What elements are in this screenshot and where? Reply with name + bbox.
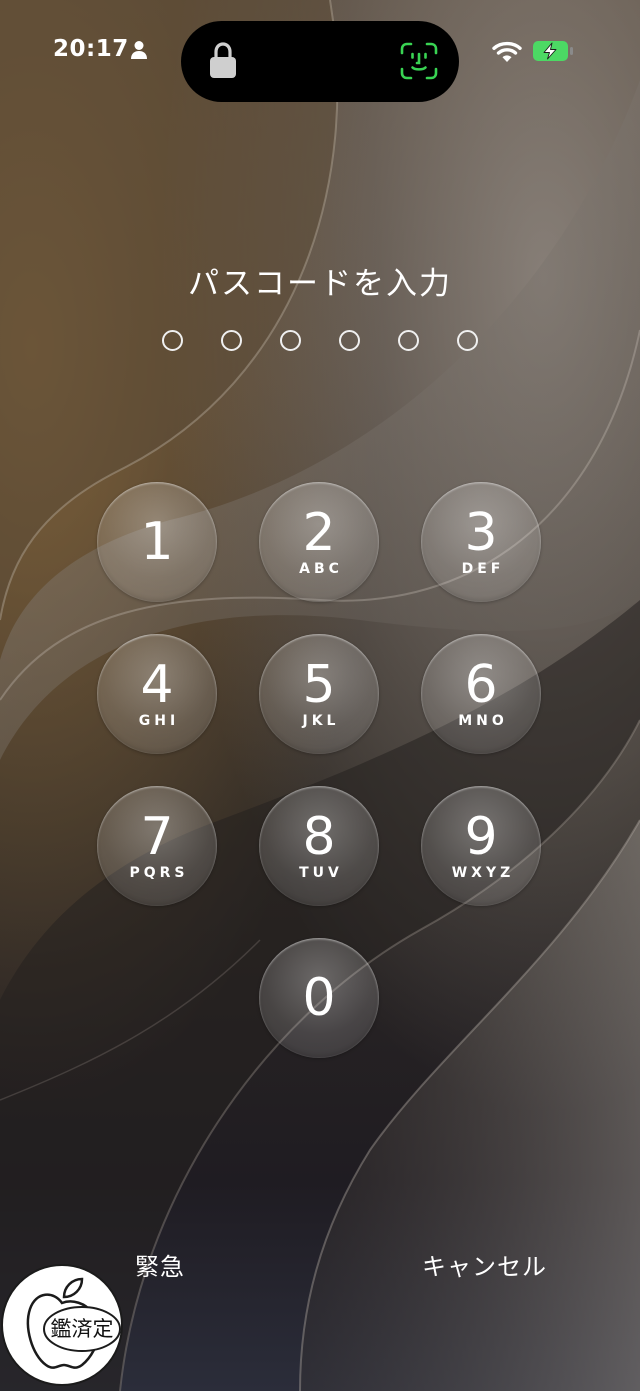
- lock-screen: 20:17 パスコードを入力 1 2 ABC 3 DEF 4 GHI 5 JKL…: [0, 0, 640, 1391]
- emergency-button[interactable]: 緊急: [135, 1247, 185, 1282]
- passcode-dot: [457, 330, 478, 351]
- key-5[interactable]: 5 JKL: [259, 634, 379, 754]
- passcode-dot: [162, 330, 183, 351]
- battery-charging-icon: [533, 41, 573, 61]
- passcode-dot: [398, 330, 419, 351]
- key-digit: 5: [302, 655, 336, 715]
- key-letters: WXYZ: [451, 865, 515, 881]
- dynamic-island: [181, 21, 459, 102]
- passcode-dot: [339, 330, 360, 351]
- key-letters: DEF: [461, 561, 505, 577]
- key-4[interactable]: 4 GHI: [97, 634, 217, 754]
- cancel-button[interactable]: キャンセル: [422, 1247, 547, 1282]
- watermark-text: 鑑済定: [51, 1317, 114, 1341]
- key-letters: MNO: [458, 713, 508, 729]
- key-3[interactable]: 3 DEF: [421, 482, 541, 602]
- passcode-dots: [162, 330, 482, 352]
- key-7[interactable]: 7 PQRS: [97, 786, 217, 906]
- key-digit: 1: [140, 512, 174, 572]
- key-8[interactable]: 8 TUV: [259, 786, 379, 906]
- passcode-dot: [221, 330, 242, 351]
- key-9[interactable]: 9 WXYZ: [421, 786, 541, 906]
- face-id-icon: [400, 42, 438, 80]
- key-0[interactable]: 0: [259, 938, 379, 1058]
- lock-icon: [210, 42, 236, 78]
- key-1[interactable]: 1: [97, 482, 217, 602]
- key-digit: 6: [464, 655, 498, 715]
- key-letters: GHI: [138, 713, 180, 729]
- passcode-dot: [280, 330, 301, 351]
- status-time: 20:17: [53, 36, 129, 62]
- key-2[interactable]: 2 ABC: [259, 482, 379, 602]
- key-digit: 4: [140, 655, 174, 715]
- key-letters: PQRS: [129, 865, 189, 881]
- key-letters: ABC: [299, 561, 343, 577]
- wifi-icon: [492, 41, 522, 62]
- key-digit: 8: [302, 807, 336, 867]
- key-digit: 3: [464, 503, 498, 563]
- watermark: 鑑済定: [1, 1264, 123, 1386]
- key-digit: 7: [140, 807, 174, 867]
- key-digit: 2: [302, 503, 336, 563]
- key-letters: TUV: [299, 865, 343, 881]
- key-digit: 9: [464, 807, 498, 867]
- key-letters: JKL: [302, 713, 340, 729]
- passcode-prompt: パスコードを入力: [188, 266, 452, 302]
- key-digit: 0: [302, 968, 336, 1028]
- person-icon: [131, 41, 147, 59]
- key-6[interactable]: 6 MNO: [421, 634, 541, 754]
